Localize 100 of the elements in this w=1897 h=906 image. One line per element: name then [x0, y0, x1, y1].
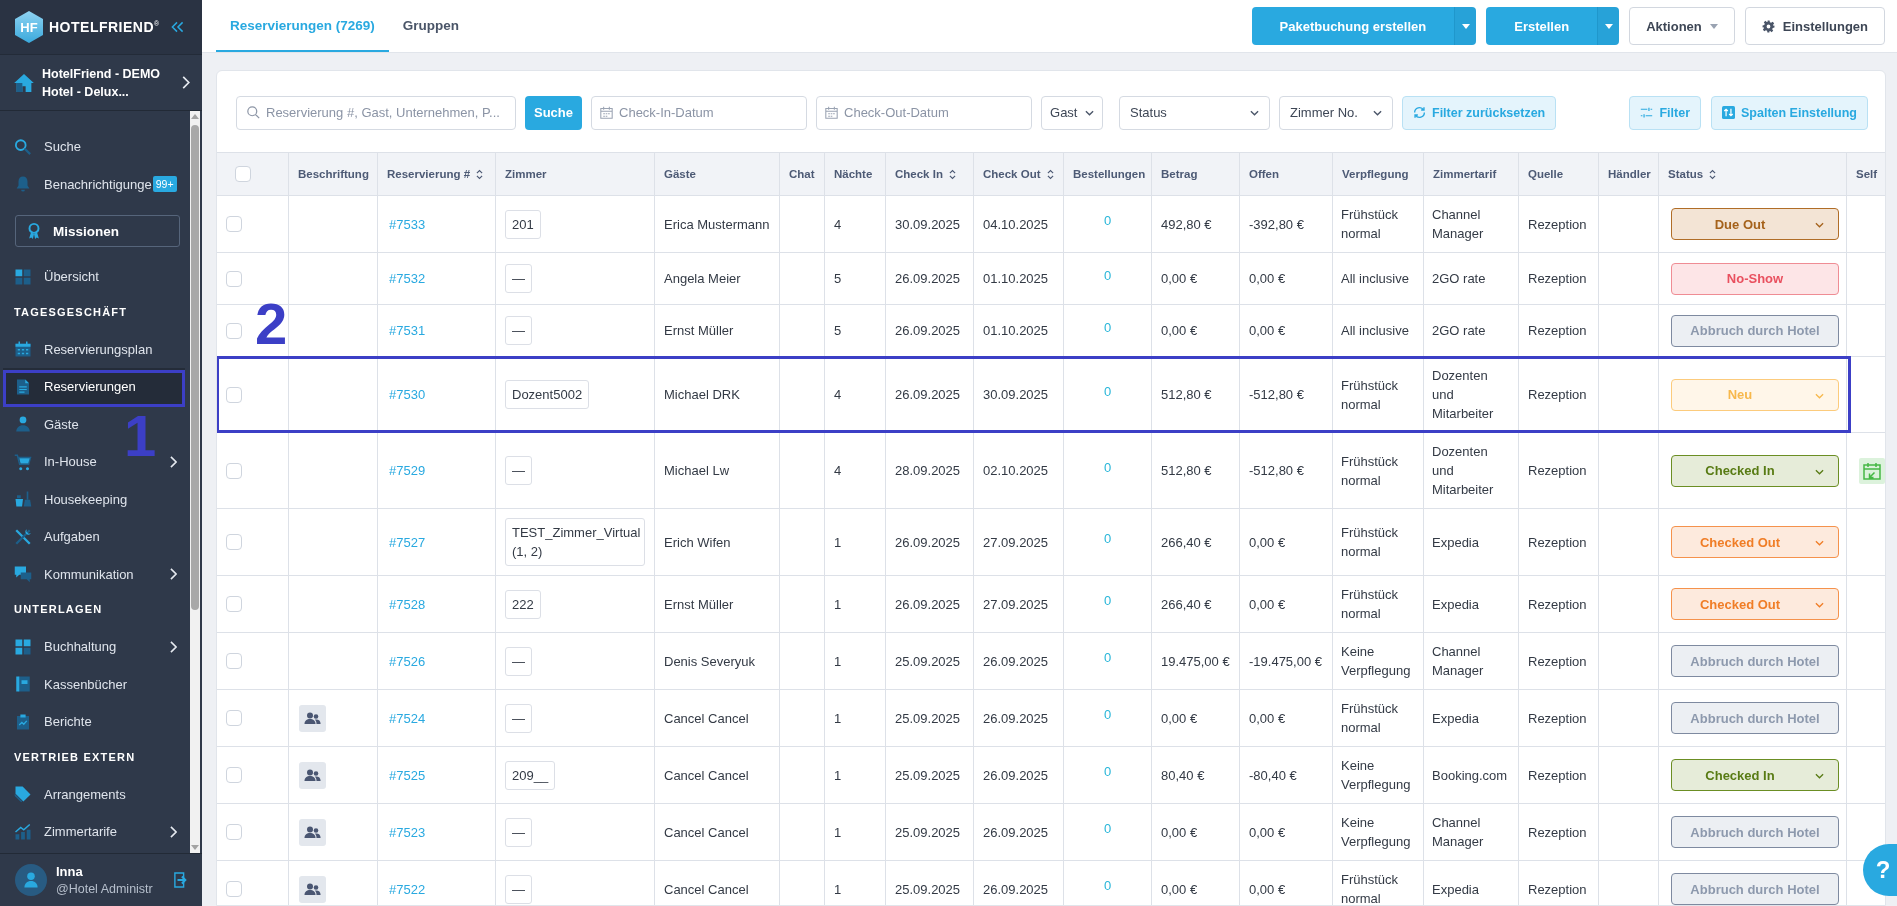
- reservation-link[interactable]: #7530: [389, 385, 426, 404]
- people-icon[interactable]: [299, 818, 326, 846]
- row-checkbox[interactable]: [226, 653, 242, 669]
- toolbar-button[interactable]: Aktionen: [1629, 7, 1735, 45]
- reservation-link[interactable]: #7522: [389, 879, 426, 899]
- orders-link[interactable]: 0: [1103, 317, 1112, 337]
- toolbar-button[interactable]: Einstellungen: [1744, 7, 1885, 45]
- orders-link[interactable]: 0: [1103, 457, 1112, 477]
- status-dropdown[interactable]: Due Out: [1671, 208, 1839, 240]
- select-dropdown[interactable]: Gast: [1041, 95, 1103, 130]
- reservation-link[interactable]: #7526: [389, 651, 426, 671]
- orders-link[interactable]: 0: [1103, 529, 1112, 548]
- people-icon[interactable]: [299, 761, 326, 789]
- room-field[interactable]: 222: [505, 589, 541, 619]
- reservation-link[interactable]: #7529: [389, 461, 426, 480]
- chevron-right-icon[interactable]: [170, 455, 177, 468]
- collapse-icon[interactable]: [171, 21, 184, 33]
- missions-button[interactable]: Missionen: [15, 215, 180, 247]
- tab[interactable]: Reservierungen (7269): [216, 0, 389, 52]
- column-header[interactable]: Check Out: [974, 153, 1064, 195]
- nav-item[interactable]: Kommunikation: [3, 555, 142, 593]
- logout-icon[interactable]: [174, 872, 188, 888]
- toolbar-button[interactable]: Erstellen: [1486, 7, 1598, 45]
- room-field[interactable]: —: [505, 456, 532, 485]
- nav-item[interactable]: In-House: [3, 443, 105, 481]
- dropdown-toggle-button[interactable]: [1597, 7, 1620, 45]
- row-checkbox[interactable]: [226, 270, 242, 287]
- orders-link[interactable]: 0: [1103, 211, 1112, 230]
- nav-item[interactable]: Benachrichtigunge 99+: [3, 165, 185, 203]
- orders-link[interactable]: 0: [1103, 705, 1112, 724]
- select-all-checkbox[interactable]: [235, 166, 251, 182]
- status-dropdown[interactable]: Abbruch durch Hotel: [1671, 816, 1839, 848]
- column-header[interactable]: Reservierung #: [378, 153, 496, 195]
- people-icon[interactable]: [299, 704, 326, 732]
- reservation-link[interactable]: #7523: [389, 822, 426, 842]
- reservation-link[interactable]: #7532: [389, 269, 426, 288]
- room-field[interactable]: —: [505, 703, 532, 733]
- nav-item[interactable]: Aufgaben: [3, 518, 108, 556]
- row-checkbox[interactable]: [226, 386, 242, 403]
- nav-item[interactable]: Reservierungsplan: [3, 330, 161, 368]
- reservation-link[interactable]: #7524: [389, 708, 426, 728]
- nav-item[interactable]: Arrangements: [3, 775, 134, 813]
- room-field[interactable]: —: [505, 264, 532, 293]
- column-header[interactable]: Check In: [886, 153, 974, 195]
- status-dropdown[interactable]: Abbruch durch Hotel: [1671, 314, 1839, 347]
- room-field[interactable]: —: [505, 874, 532, 904]
- toolbar-button[interactable]: Paketbuchung erstellen: [1251, 7, 1455, 45]
- orders-link[interactable]: 0: [1103, 876, 1112, 895]
- nav-item[interactable]: Gäste: [3, 405, 87, 443]
- status-dropdown[interactable]: Checked In: [1671, 759, 1839, 791]
- room-field[interactable]: 201: [505, 209, 541, 239]
- status-dropdown[interactable]: Checked In: [1671, 454, 1839, 487]
- select-dropdown[interactable]: Zimmer No.: [1279, 95, 1393, 130]
- row-checkbox[interactable]: [226, 322, 242, 339]
- room-field[interactable]: —: [505, 646, 532, 676]
- orders-link[interactable]: 0: [1103, 819, 1112, 838]
- nav-item[interactable]: Zimmertarife: [3, 813, 125, 851]
- people-icon[interactable]: [299, 875, 326, 903]
- reservation-link[interactable]: #7528: [389, 594, 426, 614]
- status-dropdown[interactable]: Abbruch durch Hotel: [1671, 702, 1839, 734]
- chevron-right-icon[interactable]: [170, 825, 177, 838]
- status-dropdown[interactable]: Checked Out: [1671, 526, 1839, 558]
- room-field[interactable]: TEST_Zimmer_Virtual (1, 2): [505, 518, 645, 566]
- reservation-link[interactable]: #7525: [389, 765, 426, 785]
- row-checkbox[interactable]: [226, 216, 242, 232]
- scrollbar[interactable]: [190, 111, 200, 853]
- date-field[interactable]: Check-In-Datum: [591, 95, 807, 130]
- row-checkbox[interactable]: [226, 767, 242, 783]
- nav-item[interactable]: Berichte: [3, 703, 100, 741]
- orders-link[interactable]: 0: [1103, 591, 1112, 610]
- row-checkbox[interactable]: [226, 710, 242, 726]
- row-checkbox[interactable]: [226, 881, 242, 897]
- search-button[interactable]: Suche: [525, 95, 582, 130]
- hotel-selector[interactable]: HotelFriend - DEMO Hotel - Delux...: [0, 55, 202, 111]
- orders-link[interactable]: 0: [1103, 265, 1112, 285]
- row-checkbox[interactable]: [226, 596, 242, 612]
- filter-button[interactable]: Filter: [1629, 95, 1701, 130]
- nav-item[interactable]: Housekeeping: [3, 480, 136, 518]
- reset-filter-button[interactable]: Filter zurücksetzen: [1402, 95, 1557, 130]
- column-settings-button[interactable]: Spalten Einstellung: [1711, 95, 1868, 130]
- status-dropdown[interactable]: Abbruch durch Hotel: [1671, 873, 1839, 905]
- orders-link[interactable]: 0: [1103, 648, 1112, 667]
- column-header[interactable]: Status: [1659, 153, 1847, 195]
- calendar-icon[interactable]: [1859, 457, 1885, 484]
- row-checkbox[interactable]: [226, 462, 242, 479]
- status-dropdown[interactable]: No-Show: [1671, 262, 1839, 295]
- chevron-right-icon[interactable]: [170, 640, 177, 653]
- chevron-right-icon[interactable]: [170, 568, 177, 581]
- orders-link[interactable]: 0: [1103, 381, 1112, 401]
- select-dropdown[interactable]: Status: [1119, 95, 1270, 130]
- reservation-link[interactable]: #7531: [389, 321, 426, 340]
- date-field[interactable]: Check-Out-Datum: [816, 95, 1032, 130]
- orders-link[interactable]: 0: [1103, 762, 1112, 781]
- room-field[interactable]: —: [505, 316, 532, 345]
- nav-item[interactable]: Kassenbücher: [3, 665, 136, 703]
- nav-item[interactable]: Buchhaltung: [3, 628, 125, 666]
- status-dropdown[interactable]: Checked Out: [1671, 588, 1839, 620]
- nav-item[interactable]: Übersicht: [3, 258, 107, 296]
- room-field[interactable]: —: [505, 817, 532, 847]
- room-field[interactable]: Dozent5002: [505, 380, 590, 409]
